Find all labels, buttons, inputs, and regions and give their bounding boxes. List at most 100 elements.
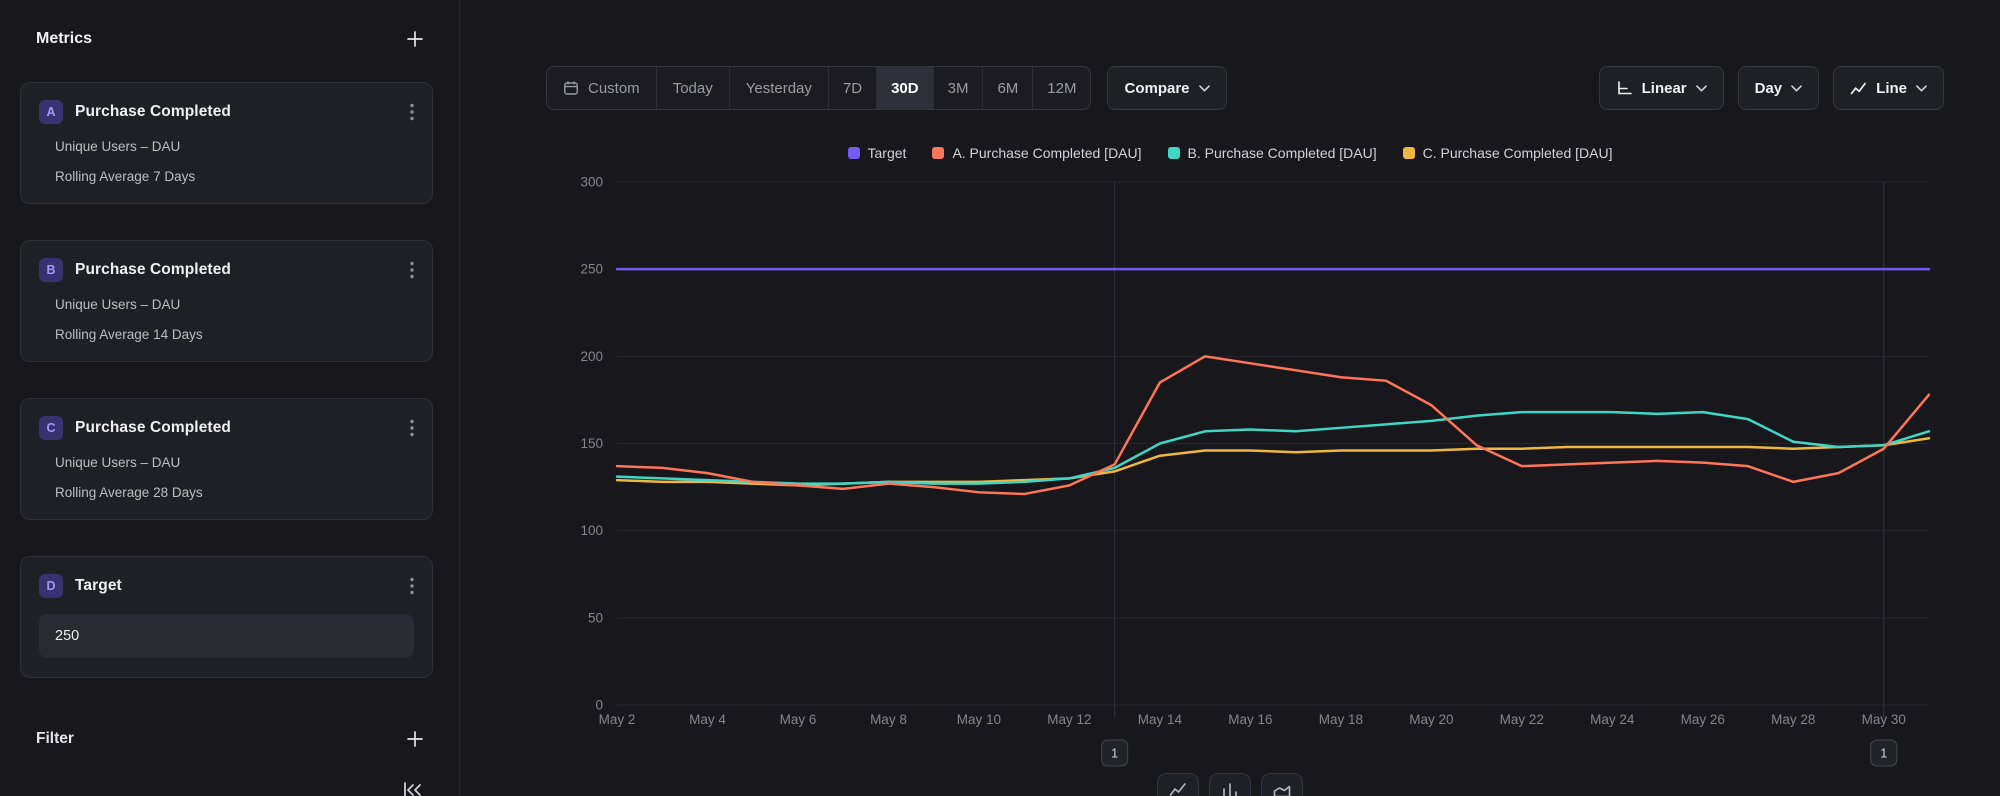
- segment-today[interactable]: Today: [657, 67, 730, 109]
- series-line-3: [617, 438, 1929, 485]
- x-tick-label: May 18: [1319, 712, 1363, 727]
- kebab-icon: [410, 577, 414, 595]
- segment-label: 6M: [997, 80, 1018, 97]
- metric-rolling-average[interactable]: Rolling Average 14 Days: [55, 327, 414, 342]
- line-chart-icon: [1850, 81, 1867, 96]
- segment-3m[interactable]: 3M: [934, 67, 984, 109]
- x-tick-label: May 14: [1138, 712, 1183, 727]
- y-tick-label: 300: [580, 175, 603, 190]
- x-tick-label: May 28: [1771, 712, 1815, 727]
- add-metric-button[interactable]: [403, 27, 427, 51]
- x-tick-label: May 22: [1500, 712, 1544, 727]
- segment-label: 7D: [843, 80, 862, 97]
- x-tick-label: May 24: [1590, 712, 1635, 727]
- sidebar: Metrics A Purchase Completed Unique User…: [0, 0, 460, 796]
- metric-measurement[interactable]: Unique Users – DAU: [55, 139, 414, 154]
- metric-menu-button[interactable]: [410, 103, 414, 121]
- x-tick-label: May 8: [870, 712, 907, 727]
- x-tick-label: May 16: [1228, 712, 1272, 727]
- target-value-input[interactable]: [39, 614, 414, 658]
- metric-card-header: A Purchase Completed: [39, 100, 414, 124]
- segment-label: 30D: [891, 80, 919, 97]
- metric-menu-button[interactable]: [410, 577, 414, 595]
- calendar-icon: [563, 80, 579, 96]
- compare-button[interactable]: Compare: [1107, 66, 1226, 110]
- metric-card-header: B Purchase Completed: [39, 258, 414, 282]
- segment-label: Custom: [588, 80, 640, 97]
- y-tick-label: 50: [588, 610, 603, 625]
- chart-toolbar: Custom Today Yesterday 7D 30D 3M 6M 12M …: [460, 66, 2000, 110]
- stacked-chart-style-button[interactable]: [1261, 773, 1303, 796]
- scale-selector-button[interactable]: Linear: [1599, 66, 1724, 110]
- filter-heading: Filter: [36, 730, 74, 748]
- chevron-down-icon: [1199, 85, 1210, 92]
- segment-7d[interactable]: 7D: [829, 67, 877, 109]
- annotation-badge-label: 1: [1880, 746, 1887, 761]
- interval-selector-button[interactable]: Day: [1738, 66, 1820, 110]
- metric-title: Purchase Completed: [75, 103, 398, 121]
- segment-label: 12M: [1047, 80, 1076, 97]
- metric-menu-button[interactable]: [410, 261, 414, 279]
- collapse-left-icon: [401, 779, 423, 796]
- filter-section: Filter: [20, 728, 433, 750]
- stacked-chart-icon: [1273, 782, 1291, 796]
- y-tick-label: 250: [580, 262, 603, 277]
- chevron-down-icon: [1696, 85, 1707, 92]
- metric-title: Purchase Completed: [75, 419, 398, 437]
- metric-badge: A: [39, 100, 63, 124]
- line-chart-icon: [1169, 782, 1187, 796]
- collapse-sidebar-button[interactable]: [398, 776, 426, 796]
- chart-type-button[interactable]: Line: [1833, 66, 1944, 110]
- metric-measurement[interactable]: Unique Users – DAU: [55, 297, 414, 312]
- x-tick-label: May 4: [689, 712, 726, 727]
- compare-label: Compare: [1124, 80, 1189, 97]
- line-chart-style-button[interactable]: [1157, 773, 1199, 796]
- kebab-icon: [410, 261, 414, 279]
- toolbar-right-group: Linear Day Line: [1599, 66, 1944, 110]
- metric-card-a[interactable]: A Purchase Completed Unique Users – DAU …: [20, 82, 433, 204]
- metric-badge: B: [39, 258, 63, 282]
- metric-badge: D: [39, 574, 63, 598]
- toolbar-left-group: Custom Today Yesterday 7D 30D 3M 6M 12M …: [546, 66, 1227, 110]
- series-line-1: [617, 356, 1929, 494]
- y-tick-label: 0: [595, 698, 603, 713]
- add-filter-button[interactable]: [403, 727, 427, 751]
- x-tick-label: May 30: [1862, 712, 1906, 727]
- metric-measurement[interactable]: Unique Users – DAU: [55, 455, 414, 470]
- segment-label: Yesterday: [746, 80, 812, 97]
- metric-card-header: D Target: [39, 574, 414, 598]
- metric-rolling-average[interactable]: Rolling Average 7 Days: [55, 169, 414, 184]
- segment-12m[interactable]: 12M: [1033, 67, 1090, 109]
- metric-rolling-average[interactable]: Rolling Average 28 Days: [55, 485, 414, 500]
- segment-6m[interactable]: 6M: [983, 67, 1033, 109]
- chevron-down-icon: [1916, 85, 1927, 92]
- x-tick-label: May 12: [1047, 712, 1091, 727]
- annotation-badge-label: 1: [1111, 746, 1118, 761]
- segment-custom[interactable]: Custom: [547, 67, 657, 109]
- metric-card-c[interactable]: C Purchase Completed Unique Users – DAU …: [20, 398, 433, 520]
- metric-badge: C: [39, 416, 63, 440]
- x-tick-label: May 2: [599, 712, 636, 727]
- kebab-icon: [410, 419, 414, 437]
- main-panel: Custom Today Yesterday 7D 30D 3M 6M 12M …: [460, 0, 2000, 796]
- x-tick-label: May 20: [1409, 712, 1453, 727]
- scale-label: Linear: [1642, 80, 1687, 97]
- y-tick-label: 100: [580, 523, 603, 538]
- metric-card-b[interactable]: B Purchase Completed Unique Users – DAU …: [20, 240, 433, 362]
- x-tick-label: May 26: [1681, 712, 1725, 727]
- date-range-segmented-control: Custom Today Yesterday 7D 30D 3M 6M 12M: [546, 66, 1091, 110]
- bar-chart-style-button[interactable]: [1209, 773, 1251, 796]
- chart-type-label: Line: [1876, 80, 1907, 97]
- segment-yesterday[interactable]: Yesterday: [730, 67, 829, 109]
- segment-30d[interactable]: 30D: [877, 67, 934, 109]
- segment-label: Today: [673, 80, 713, 97]
- kebab-icon: [410, 103, 414, 121]
- interval-label: Day: [1755, 80, 1783, 97]
- metric-title: Purchase Completed: [75, 261, 398, 279]
- target-card[interactable]: D Target: [20, 556, 433, 678]
- line-chart: 050100150200250300May 2May 4May 6May 8Ma…: [460, 140, 2000, 796]
- metric-menu-button[interactable]: [410, 419, 414, 437]
- app-root: Metrics A Purchase Completed Unique User…: [0, 0, 2000, 796]
- chart-style-toolbar: [460, 773, 2000, 796]
- bar-chart-icon: [1221, 782, 1239, 796]
